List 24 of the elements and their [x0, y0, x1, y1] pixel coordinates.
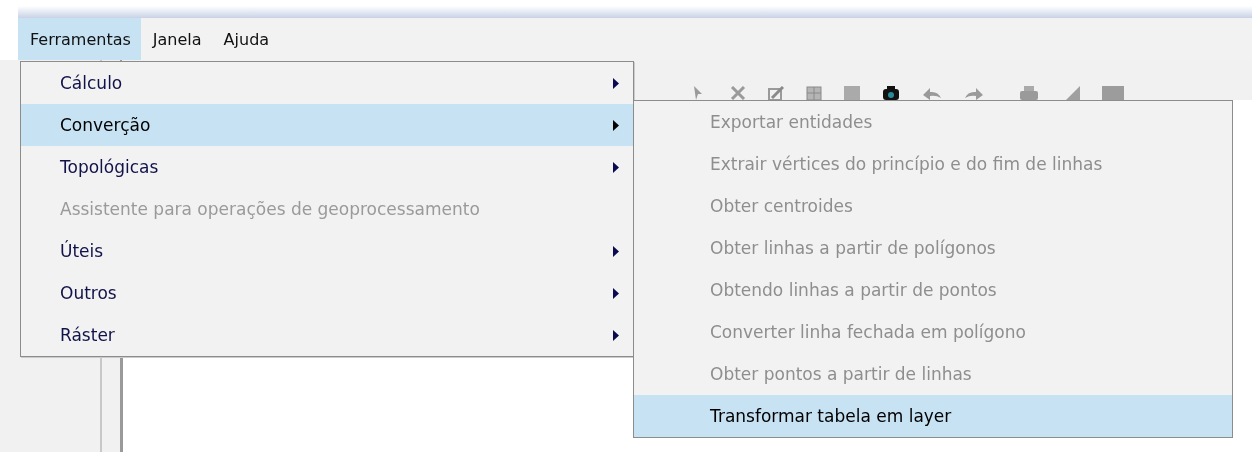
submenu-arrow-icon: [613, 119, 619, 131]
submenu-arrow-icon: [613, 287, 619, 299]
menu-title[interactable]: Ajuda: [211, 18, 280, 60]
menu-item[interactable]: Outros: [21, 272, 633, 314]
menu-item[interactable]: Converção: [21, 104, 633, 146]
camera-icon[interactable]: [882, 86, 900, 100]
submenu-arrow-icon: [613, 77, 619, 89]
menu-title[interactable]: Janela: [140, 18, 212, 60]
menu-item[interactable]: Ráster: [21, 314, 633, 356]
tile-icon[interactable]: [1102, 86, 1124, 100]
menu-title[interactable]: Ferramentas: [18, 18, 141, 60]
menu-item[interactable]: Cálculo: [21, 62, 633, 104]
submenu-arrow-icon: [613, 329, 619, 341]
menu-item[interactable]: Úteis: [21, 230, 633, 272]
submenu-arrow-icon: [613, 161, 619, 173]
redo-icon[interactable]: [964, 86, 984, 100]
cross-icon[interactable]: [730, 86, 746, 100]
printer-icon[interactable]: [1020, 86, 1038, 100]
submenu-arrow-icon: [613, 245, 619, 257]
menu-item[interactable]: Topológicas: [21, 146, 633, 188]
grid-icon[interactable]: [806, 86, 822, 100]
pencil-icon[interactable]: [768, 86, 784, 100]
undo-icon[interactable]: [922, 86, 942, 100]
menu-item[interactable]: Transformar tabela em layer: [634, 395, 1232, 437]
